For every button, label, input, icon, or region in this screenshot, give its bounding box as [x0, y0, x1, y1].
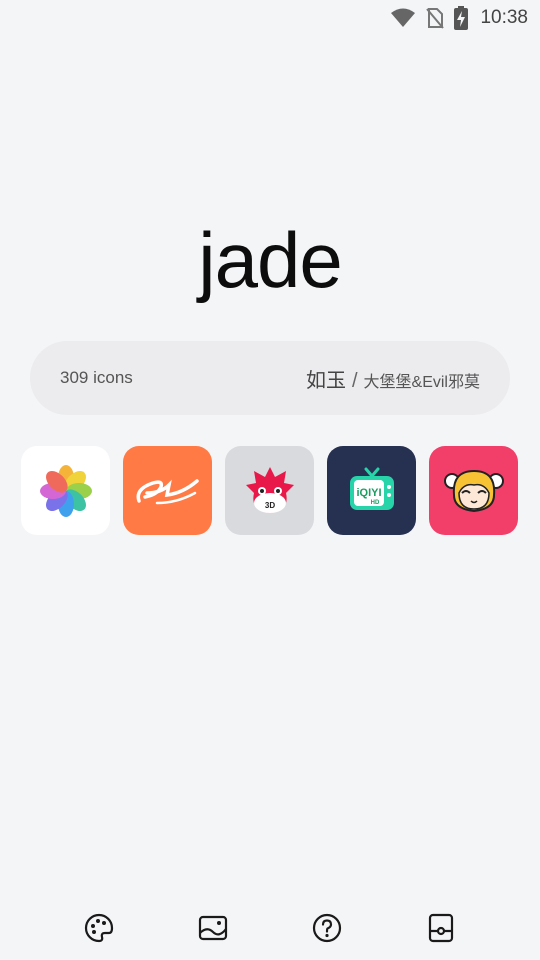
status-bar: 10:38	[0, 0, 540, 36]
icon-preview-row: 3D iQIYI HD	[21, 446, 518, 535]
wifi-icon	[390, 8, 416, 28]
wallpaper-icon[interactable]	[195, 910, 231, 946]
icon-pack-title: jade	[198, 216, 342, 304]
info-pill[interactable]: 309 icons 如玉 / 大堡堡&Evil邪莫	[30, 341, 510, 415]
author-primary: 如玉	[305, 369, 346, 392]
author-separator: /	[351, 369, 358, 392]
palette-icon[interactable]	[81, 910, 117, 946]
antutu-3d-icon[interactable]: 3D	[225, 446, 314, 535]
author-secondary: 大堡堡&Evil邪莫	[363, 373, 480, 391]
no-sim-icon	[426, 7, 445, 29]
svg-text:3D: 3D	[264, 501, 274, 510]
svg-text:iQIYI: iQIYI	[356, 487, 381, 499]
author-credit: 如玉 / 大堡堡&Evil邪莫	[306, 364, 480, 393]
battery-charging-icon	[454, 6, 469, 30]
bottom-nav	[0, 910, 540, 946]
anime-girl-icon[interactable]	[429, 446, 518, 535]
help-icon[interactable]	[309, 910, 345, 946]
status-time: 10:38	[480, 7, 528, 28]
svg-text:HD: HD	[370, 500, 379, 506]
iqiyi-hd-icon[interactable]: iQIYI HD	[327, 446, 416, 535]
widget-icon[interactable]	[423, 910, 459, 946]
alibaba-icon[interactable]	[123, 446, 212, 535]
icon-count: 309 icons	[60, 368, 133, 387]
photos-pinwheel-icon[interactable]	[21, 446, 110, 535]
